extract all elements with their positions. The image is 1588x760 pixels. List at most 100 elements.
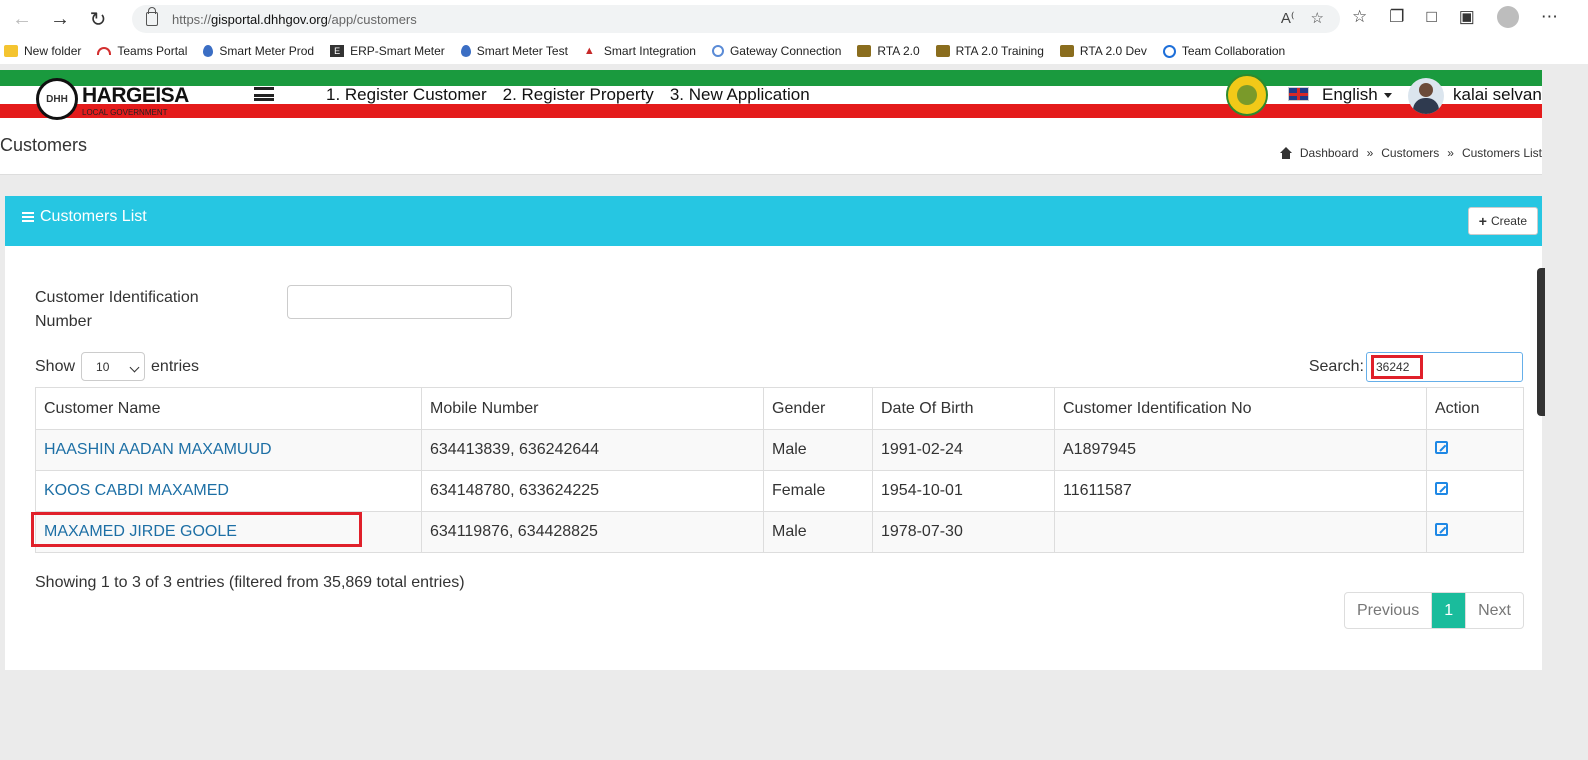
bookmark-teams-portal[interactable]: Teams Portal xyxy=(97,44,187,58)
bookmark-rta-2-training[interactable]: RTA 2.0 Training xyxy=(935,44,1044,58)
rta-icon xyxy=(1059,45,1074,57)
dob-cell: 1978-07-30 xyxy=(872,511,1055,553)
bookmark-rta-2-dev[interactable]: RTA 2.0 Dev xyxy=(1059,44,1147,58)
bookmark-label: New folder xyxy=(24,44,82,58)
nav-register-property[interactable]: 2. Register Property xyxy=(503,85,654,105)
menu-icon[interactable] xyxy=(254,87,274,101)
customers-card: Customers List + Create Customer Identif… xyxy=(5,196,1542,670)
bookmark-label: RTA 2.0 Training xyxy=(955,44,1044,58)
create-button[interactable]: + Create xyxy=(1467,207,1538,235)
bookmark-label: Smart Meter Test xyxy=(476,44,568,58)
bookmark-rta-2[interactable]: RTA 2.0 xyxy=(857,44,920,58)
reload-icon[interactable]: ↻ xyxy=(82,3,114,35)
column-header[interactable]: Customer Name xyxy=(35,387,422,430)
bookmark-gateway-connection[interactable]: Gateway Connection xyxy=(711,44,842,58)
page-title: Customers xyxy=(0,135,88,155)
language-label: English xyxy=(1322,85,1378,104)
uk-flag-icon xyxy=(1288,87,1309,101)
search-input[interactable]: 36242 xyxy=(1366,352,1523,382)
bookmark-label: Smart Meter Prod xyxy=(219,44,315,58)
pager-next[interactable]: Next xyxy=(1465,593,1523,628)
breadcrumb: Dashboard » Customers » Customers List xyxy=(1279,146,1542,160)
cin-label: Customer Identification Number xyxy=(35,289,199,330)
drop-icon xyxy=(203,45,214,57)
page-length-select[interactable]: 10 xyxy=(81,352,146,381)
bookmark-new-folder[interactable]: New folder xyxy=(4,44,81,58)
breadcrumb-separator: » xyxy=(1447,146,1454,160)
column-header[interactable]: Mobile Number xyxy=(421,387,764,430)
row-highlight-box xyxy=(31,512,362,547)
gender-cell: Male xyxy=(763,429,873,471)
create-label: Create xyxy=(1490,214,1527,228)
url-protocol: https:// xyxy=(172,11,212,27)
bookmark-label: Teams Portal xyxy=(117,44,188,58)
forward-icon[interactable]: → xyxy=(44,3,76,35)
breadcrumb-dashboard[interactable]: Dashboard xyxy=(1300,146,1359,160)
tab-actions-icon[interactable]: □ xyxy=(1427,7,1437,27)
table-info: Showing 1 to 3 of 3 entries (filtered fr… xyxy=(35,574,465,591)
back-icon[interactable]: ← xyxy=(6,3,38,35)
language-dropdown[interactable]: English xyxy=(1322,85,1392,105)
customer-name-link[interactable]: HAASHIN AADAN MAXAMUUD xyxy=(44,441,272,458)
app-header: DHH HARGEISA LOCAL GOVERNMENT 1. Registe… xyxy=(0,70,1542,120)
emblem-icon xyxy=(1226,74,1268,116)
bookmark-label: Gateway Connection xyxy=(729,44,842,58)
card-title: Customers List xyxy=(22,208,147,226)
edit-icon[interactable] xyxy=(1435,523,1448,536)
bookmark-label: Team Collaboration xyxy=(1181,44,1286,58)
breadcrumb-customers[interactable]: Customers xyxy=(1381,146,1439,160)
pager-page-1[interactable]: 1 xyxy=(1431,593,1466,628)
pager-previous[interactable]: Previous xyxy=(1345,593,1431,628)
bookmark-erp-smart-meter[interactable]: E ERP-Smart Meter xyxy=(330,44,445,58)
logo-mark: DHH xyxy=(36,78,78,120)
cin-cell: A1897945 xyxy=(1054,429,1427,471)
bookmark-smart-meter-test[interactable]: Smart Meter Test xyxy=(460,44,568,58)
logo-subtitle: LOCAL GOVERNMENT xyxy=(82,108,168,117)
bookmark-label: RTA 2.0 xyxy=(877,44,920,58)
more-menu-icon[interactable]: ⋯ xyxy=(1541,7,1558,27)
rta-icon xyxy=(857,45,872,57)
logo-text: HARGEISA xyxy=(82,84,189,107)
profile-icon[interactable] xyxy=(1496,6,1519,28)
avatar[interactable] xyxy=(1408,78,1444,114)
collections-icon[interactable]: ❐ xyxy=(1389,7,1404,27)
add-favorite-icon[interactable]: ☆ xyxy=(1311,9,1324,27)
cin-cell: 11611587 xyxy=(1054,470,1427,512)
nav-new-application[interactable]: 3. New Application xyxy=(670,85,810,105)
column-header[interactable]: Gender xyxy=(763,387,873,430)
edit-icon[interactable] xyxy=(1435,441,1448,454)
nav-register-customer[interactable]: 1. Register Customer xyxy=(326,85,487,105)
collaboration-icon xyxy=(1162,44,1176,58)
page-title-bar: Customers Dashboard » Customers » Custom… xyxy=(0,120,1542,175)
scrollbar[interactable] xyxy=(1537,268,1545,416)
address-bar[interactable]: https://gisportal.dhhgov.org/app/custome… xyxy=(132,5,1340,33)
search-highlight-box xyxy=(1371,355,1423,379)
bookmark-smart-integration[interactable]: ▲ Smart Integration xyxy=(584,44,696,58)
dob-cell: 1954-10-01 xyxy=(872,470,1055,512)
favorites-icon[interactable]: ☆ xyxy=(1352,7,1367,27)
cin-input[interactable] xyxy=(287,285,512,319)
integration-icon: ▲ xyxy=(583,45,595,57)
pagination: Previous 1 Next xyxy=(1343,592,1524,629)
column-header[interactable]: Customer Identification No xyxy=(1054,387,1427,430)
bookmark-smart-meter-prod[interactable]: Smart Meter Prod xyxy=(203,44,314,58)
table-header-row: Customer Name Mobile Number Gender Date … xyxy=(35,387,1524,430)
entries-label: entries xyxy=(151,357,200,375)
customer-name-link[interactable]: KOOS CABDI MAXAMED xyxy=(44,482,229,499)
cin-cell xyxy=(1054,511,1427,553)
username[interactable]: kalai selvan xyxy=(1453,85,1542,105)
card-header: Customers List + Create xyxy=(5,196,1542,246)
bookmark-team-collaboration[interactable]: Team Collaboration xyxy=(1162,44,1286,58)
folder-icon xyxy=(4,45,18,57)
edit-icon[interactable] xyxy=(1435,482,1448,495)
read-aloud-icon[interactable]: A⁽ xyxy=(1281,9,1295,27)
screenshot-icon[interactable]: ▣ xyxy=(1459,7,1475,27)
breadcrumb-separator: » xyxy=(1366,146,1374,160)
column-header: Action xyxy=(1426,387,1524,430)
teams-icon xyxy=(97,47,112,55)
logo[interactable]: DHH HARGEISA LOCAL GOVERNMENT xyxy=(36,78,189,120)
mobile-cell: 634148780, 633624225 xyxy=(421,470,764,512)
length-control: Show 10 entries xyxy=(35,352,199,381)
caret-down-icon xyxy=(1383,93,1392,99)
column-header[interactable]: Date Of Birth xyxy=(872,387,1055,430)
